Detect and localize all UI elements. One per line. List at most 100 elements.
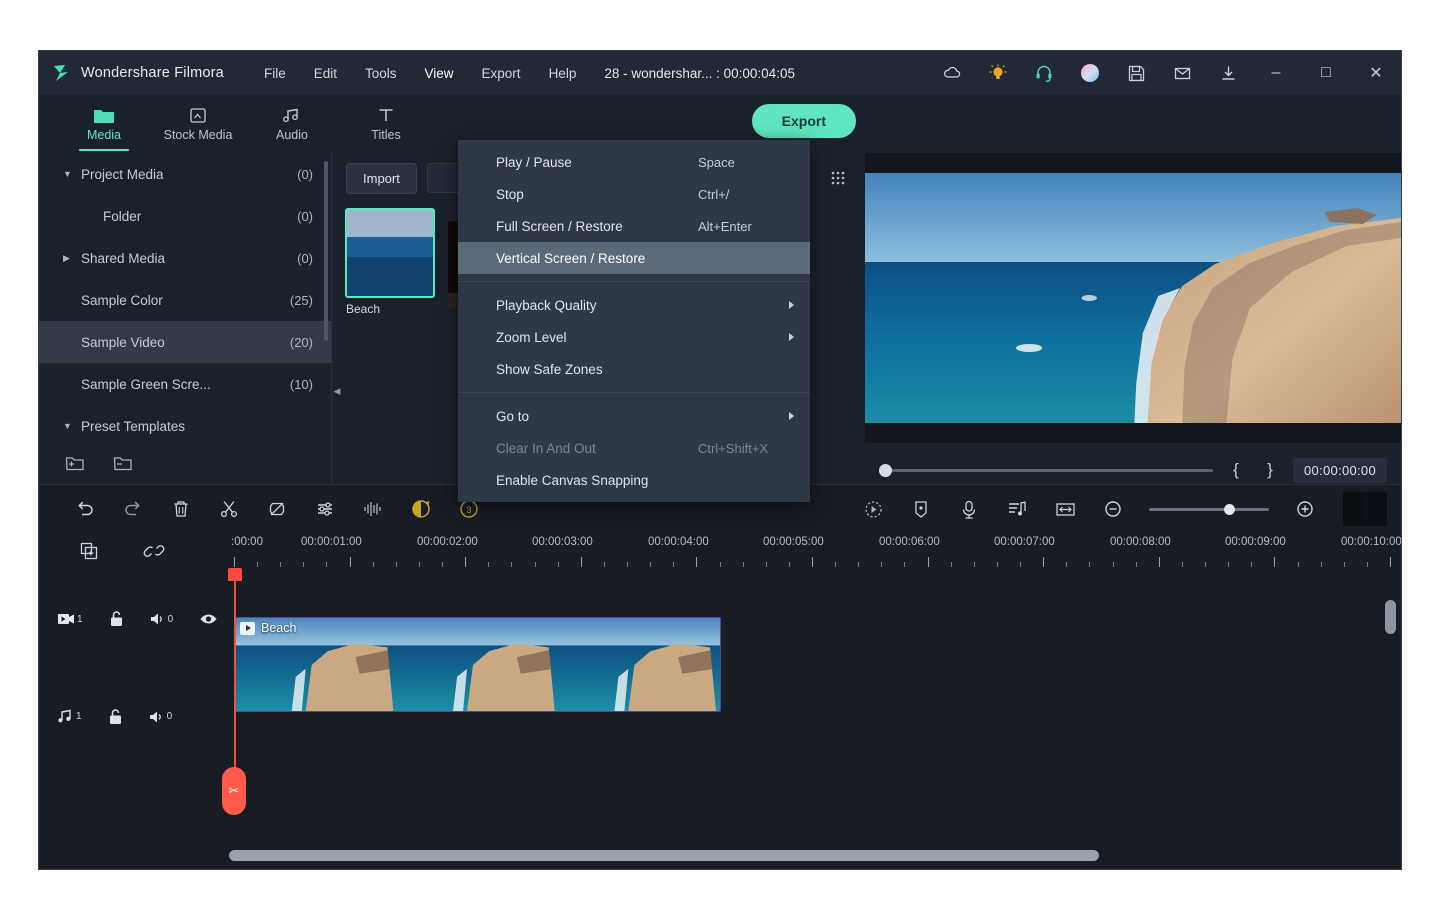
- fit-timeline-icon[interactable]: [1041, 485, 1089, 533]
- sidebar-item-sample-video[interactable]: Sample Video (20): [39, 321, 331, 363]
- timeline-clip-beach[interactable]: Beach: [235, 617, 721, 712]
- track-header-video[interactable]: 1 0: [39, 569, 229, 669]
- sidebar-item-sample-color[interactable]: Sample Color (25): [39, 279, 331, 321]
- timeline-vertical-scrollbar[interactable]: [1385, 600, 1396, 634]
- menu-file[interactable]: File: [250, 60, 300, 87]
- sidebar-item-folder[interactable]: Folder (0): [39, 195, 331, 237]
- playhead-handle[interactable]: ✂: [222, 767, 246, 815]
- minimize-button[interactable]: –: [1251, 51, 1301, 95]
- redo-icon[interactable]: [109, 485, 157, 533]
- mail-icon[interactable]: [1159, 51, 1205, 95]
- tab-media[interactable]: Media: [57, 95, 151, 153]
- cloud-icon[interactable]: [929, 51, 975, 95]
- delete-trash-icon[interactable]: [157, 485, 205, 533]
- tips-bulb-icon[interactable]: [975, 51, 1021, 95]
- menu-item-full-screen-restore[interactable]: Full Screen / Restore Alt+Enter: [458, 210, 810, 242]
- sidebar-scrollbar[interactable]: [324, 161, 328, 341]
- current-timecode[interactable]: 00:00:00:00: [1293, 458, 1387, 483]
- timeline-horizontal-scrollbar[interactable]: [229, 850, 1099, 861]
- menu-help[interactable]: Help: [535, 60, 591, 87]
- tab-titles[interactable]: Titles: [339, 95, 433, 153]
- voiceover-mic-icon[interactable]: [945, 485, 993, 533]
- menu-item-go-to[interactable]: Go to: [458, 400, 810, 432]
- menu-item-stop[interactable]: Stop Ctrl+/: [458, 178, 810, 210]
- sidebar-item-sample-green-screen[interactable]: Sample Green Scre... (10): [39, 363, 331, 405]
- track-number: 1: [77, 614, 83, 625]
- sidebar-count: (25): [290, 293, 313, 308]
- media-item[interactable]: Beach: [346, 209, 434, 316]
- tab-audio[interactable]: Audio: [245, 95, 339, 153]
- menu-item-enable-canvas-snapping[interactable]: Enable Canvas Snapping: [458, 464, 810, 496]
- account-avatar-icon[interactable]: [1067, 51, 1113, 95]
- grid-view-icon[interactable]: [825, 169, 851, 187]
- download-icon[interactable]: [1205, 51, 1251, 95]
- ruler-minor-tick: [511, 562, 512, 567]
- zoom-slider-knob[interactable]: [1224, 504, 1235, 515]
- speaker-icon[interactable]: 0: [150, 612, 174, 626]
- progress-slider[interactable]: [879, 469, 1213, 472]
- progress-knob[interactable]: [879, 464, 892, 477]
- sidebar-item-preset-templates[interactable]: ▼ Preset Templates: [39, 405, 331, 447]
- menu-item-zoom-level[interactable]: Zoom Level: [458, 321, 810, 353]
- ruler-label: 00:00:08:00: [1110, 536, 1171, 548]
- zoom-in-icon[interactable]: [1281, 485, 1329, 533]
- menu-item-shortcut: Ctrl+Shift+X: [698, 441, 768, 456]
- timeline-tracks[interactable]: Beach ✂: [229, 569, 1401, 839]
- zoom-out-icon[interactable]: [1089, 485, 1137, 533]
- menu-tools[interactable]: Tools: [351, 60, 411, 87]
- track-header-audio[interactable]: 1 0: [39, 669, 229, 764]
- add-track-icon[interactable]: [79, 541, 99, 561]
- undo-icon[interactable]: [61, 485, 109, 533]
- sidebar-count: (0): [297, 167, 313, 182]
- close-button[interactable]: ✕: [1351, 51, 1401, 95]
- render-preview-bar[interactable]: [1343, 492, 1387, 526]
- ruler-minor-tick: [904, 562, 905, 567]
- crop-icon[interactable]: [253, 485, 301, 533]
- ruler-minor-tick: [627, 562, 628, 567]
- eye-visible-icon[interactable]: [199, 612, 218, 626]
- mark-out-button[interactable]: }: [1259, 460, 1281, 480]
- import-button[interactable]: Import: [346, 163, 417, 194]
- marker-icon[interactable]: [897, 485, 945, 533]
- menu-item-playback-quality[interactable]: Playback Quality: [458, 289, 810, 321]
- menu-item-play-pause[interactable]: Play / Pause Space: [458, 146, 810, 178]
- menu-item-show-safe-zones[interactable]: Show Safe Zones: [458, 353, 810, 385]
- menu-export[interactable]: Export: [468, 60, 535, 87]
- tab-stock-media[interactable]: Stock Media: [151, 95, 245, 153]
- audio-list-icon[interactable]: [993, 485, 1041, 533]
- timeline-ruler[interactable]: :00:00 00:00:01:00 00:00:02:00 00:00:03:…: [229, 533, 1401, 569]
- auto-highlight-icon[interactable]: [849, 485, 897, 533]
- view-menu-dropdown[interactable]: Play / Pause Space Stop Ctrl+/ Full Scre…: [458, 140, 810, 502]
- zoom-slider[interactable]: [1149, 508, 1269, 511]
- unlock-icon[interactable]: [109, 610, 124, 628]
- menu-item-label: Show Safe Zones: [496, 362, 603, 377]
- maximize-button[interactable]: □: [1301, 51, 1351, 95]
- tab-media-label: Media: [87, 128, 121, 142]
- video-frame[interactable]: [865, 168, 1401, 428]
- save-icon[interactable]: [1113, 51, 1159, 95]
- new-folder-add-icon[interactable]: [65, 455, 85, 472]
- ruler-minor-tick: [604, 562, 605, 567]
- color-match-icon[interactable]: [397, 485, 445, 533]
- sidebar-item-project-media[interactable]: ▼ Project Media (0): [39, 153, 331, 195]
- media-thumbnail[interactable]: [346, 209, 434, 297]
- media-item-label: Beach: [346, 302, 434, 316]
- mark-in-button[interactable]: {: [1225, 460, 1247, 480]
- menu-item-vertical-screen-restore[interactable]: Vertical Screen / Restore: [458, 242, 810, 274]
- export-button[interactable]: Export: [752, 104, 856, 138]
- link-chain-icon[interactable]: [143, 541, 165, 561]
- headset-support-icon[interactable]: [1021, 51, 1067, 95]
- speaker-icon[interactable]: 0: [149, 710, 173, 724]
- ruler-minor-tick: [650, 562, 651, 567]
- split-scissors-icon[interactable]: [205, 485, 253, 533]
- playhead[interactable]: ✂: [234, 569, 236, 813]
- ruler-minor-tick: [743, 562, 744, 567]
- adjust-sliders-icon[interactable]: [301, 485, 349, 533]
- audio-waveform-icon[interactable]: [349, 485, 397, 533]
- folder-remove-icon[interactable]: [113, 455, 133, 472]
- unlock-icon[interactable]: [108, 708, 123, 726]
- menu-view[interactable]: View: [411, 60, 468, 87]
- sidebar-item-shared-media[interactable]: ▶ Shared Media (0): [39, 237, 331, 279]
- panel-collapse-handle[interactable]: ◀: [332, 378, 342, 404]
- menu-edit[interactable]: Edit: [300, 60, 351, 87]
